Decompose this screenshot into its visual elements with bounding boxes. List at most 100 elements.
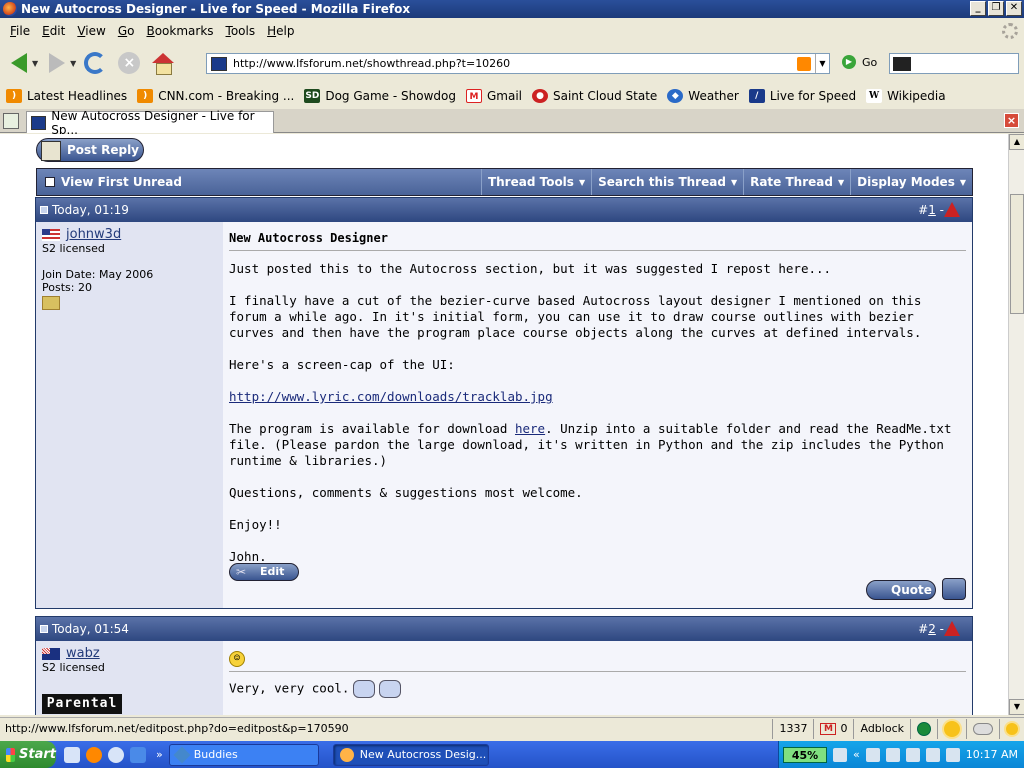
volume-icon[interactable] — [945, 747, 960, 762]
weather-sun[interactable] — [937, 718, 966, 739]
task-buddies[interactable]: Buddies — [168, 743, 319, 766]
quote-button[interactable]: Quote — [866, 580, 936, 600]
rss-icon: ) — [6, 89, 22, 103]
wireless-icon[interactable] — [925, 747, 940, 762]
internet-explorer-icon[interactable] — [130, 746, 146, 763]
menu-go[interactable]: Go — [112, 24, 141, 38]
quick-launch-chevron[interactable]: » — [156, 748, 163, 761]
us-flag-icon — [42, 228, 60, 241]
start-button[interactable]: Start — [0, 741, 56, 768]
search-thread-menu[interactable]: Search this Thread — [591, 169, 743, 195]
rss-feed-icon[interactable] — [797, 56, 811, 71]
url-bar[interactable]: http://www.lfsforum.net/showthread.php?t… — [206, 53, 830, 74]
back-history-dropdown[interactable]: ▼ — [32, 59, 38, 68]
system-tray: 45% « 10:17 AM — [778, 741, 1024, 768]
multi-quote-icon[interactable] — [942, 578, 966, 600]
gmail-notifier[interactable]: M0 — [813, 718, 853, 739]
edit-label: Edit — [260, 565, 285, 578]
view-first-unread-link[interactable]: View First Unread — [37, 175, 481, 189]
adblock-status[interactable]: Adblock — [853, 718, 910, 739]
menu-help[interactable]: Help — [261, 24, 300, 38]
post-text: Very, very cool. — [229, 680, 350, 696]
weather-partly-cloudy[interactable] — [999, 718, 1024, 739]
search-engine-icon[interactable] — [893, 57, 911, 71]
display-modes-menu[interactable]: Display Modes — [850, 169, 972, 195]
download-link[interactable]: here — [515, 421, 545, 436]
bookmark-cnn[interactable]: ) CNN.com - Breaking ... — [137, 89, 294, 103]
bookmark-live-for-speed[interactable]: / Live for Speed — [748, 89, 857, 103]
username-link[interactable]: wabz — [66, 647, 100, 660]
status-indicator-icon — [917, 721, 931, 736]
post-1-body: johnw3d S2 licensed Join Date: May 2006 … — [36, 222, 972, 608]
forward-history-dropdown[interactable]: ▼ — [70, 59, 76, 68]
bookmark-saint-cloud-state[interactable]: ● Saint Cloud State — [532, 89, 657, 103]
username-link[interactable]: johnw3d — [66, 228, 121, 241]
weather-cloud[interactable] — [966, 718, 999, 739]
menu-bookmarks[interactable]: Bookmarks — [140, 24, 219, 38]
new-tab-icon[interactable] — [3, 113, 19, 129]
smiley-icon: ☺ — [229, 651, 245, 667]
computer-icon[interactable] — [885, 747, 900, 762]
bookmark-label: CNN.com - Breaking ... — [158, 89, 295, 103]
bookmark-weather[interactable]: ◆ Weather — [667, 89, 739, 103]
thread-tools-menu[interactable]: Thread Tools — [480, 169, 591, 195]
clock[interactable]: 10:17 AM — [966, 748, 1018, 761]
usb-icon[interactable] — [905, 747, 920, 762]
vertical-scrollbar[interactable]: ▲ ▼ — [1008, 134, 1024, 715]
bookmark-dog-game[interactable]: SD Dog Game - Showdog — [304, 89, 456, 103]
status-counter: 1337 — [772, 718, 813, 739]
stop-button[interactable]: × — [114, 48, 144, 78]
tray-expand-button[interactable]: « — [853, 748, 860, 761]
rate-thread-menu[interactable]: Rate Thread — [743, 169, 850, 195]
back-button[interactable] — [4, 48, 34, 78]
report-post-icon[interactable] — [944, 621, 960, 636]
restore-button[interactable]: ❐ — [988, 1, 1004, 16]
post-paragraph: Enjoy!! — [229, 517, 282, 532]
bookmark-latest-headlines[interactable]: ) Latest Headlines — [6, 89, 127, 103]
power-icon[interactable] — [833, 747, 848, 762]
bookmark-label: Live for Speed — [769, 89, 857, 103]
post-paragraph: I finally have a cut of the bezier-curve… — [229, 293, 922, 340]
battery-meter[interactable]: 45% — [783, 746, 828, 763]
media-player-icon[interactable] — [108, 746, 124, 763]
show-desktop-icon[interactable] — [64, 746, 80, 763]
cloud-icon — [973, 722, 993, 735]
post-reply-icon — [41, 141, 61, 161]
bookmark-wikipedia[interactable]: W Wikipedia — [866, 89, 946, 103]
forward-button[interactable] — [42, 48, 72, 78]
url-text[interactable]: http://www.lfsforum.net/showthread.php?t… — [233, 57, 797, 70]
bookmark-label: Weather — [688, 89, 739, 103]
menu-edit[interactable]: Edit — [36, 24, 71, 38]
bookmark-gmail[interactable]: M Gmail — [465, 89, 522, 103]
scroll-down-button[interactable]: ▼ — [1009, 699, 1024, 715]
close-tab-icon[interactable]: × — [1004, 113, 1019, 128]
report-post-icon[interactable] — [944, 202, 960, 217]
close-button[interactable]: ✕ — [1006, 1, 1022, 16]
post-number-link[interactable]: 2 — [928, 622, 936, 636]
firefox-launch-icon[interactable] — [86, 746, 102, 763]
task-firefox[interactable]: New Autocross Desig... — [332, 743, 489, 766]
url-history-dropdown[interactable]: ▼ — [815, 54, 829, 73]
network-icon[interactable] — [865, 747, 880, 762]
scroll-up-button[interactable]: ▲ — [1009, 134, 1024, 150]
search-input[interactable] — [889, 53, 1019, 74]
screenshot-link[interactable]: http://www.lyric.com/downloads/tracklab.… — [229, 389, 553, 404]
stop-icon: × — [118, 52, 141, 74]
scroll-thumb[interactable] — [1010, 194, 1024, 314]
go-button[interactable]: ▶ Go — [842, 55, 877, 69]
tab-bar: New Autocross Designer - Live for Sp... … — [0, 109, 1024, 137]
post-number-link[interactable]: 1 — [928, 203, 936, 217]
minimize-button[interactable]: _ — [970, 1, 986, 16]
menu-tools[interactable]: Tools — [220, 24, 262, 38]
post-number-prefix: # — [918, 203, 929, 217]
status-green-icon[interactable] — [910, 718, 937, 739]
post-date: Today, 01:19 — [52, 203, 129, 217]
post-reply-button[interactable]: Post Reply — [36, 138, 144, 162]
menu-file[interactable]: File — [4, 24, 36, 38]
menu-view[interactable]: View — [71, 24, 111, 38]
edit-button[interactable]: Edit — [229, 563, 299, 581]
reload-button[interactable] — [80, 48, 110, 78]
tab-autocross-designer[interactable]: New Autocross Designer - Live for Sp... — [26, 109, 274, 137]
scsu-icon: ● — [532, 89, 548, 103]
home-button[interactable] — [148, 48, 178, 78]
